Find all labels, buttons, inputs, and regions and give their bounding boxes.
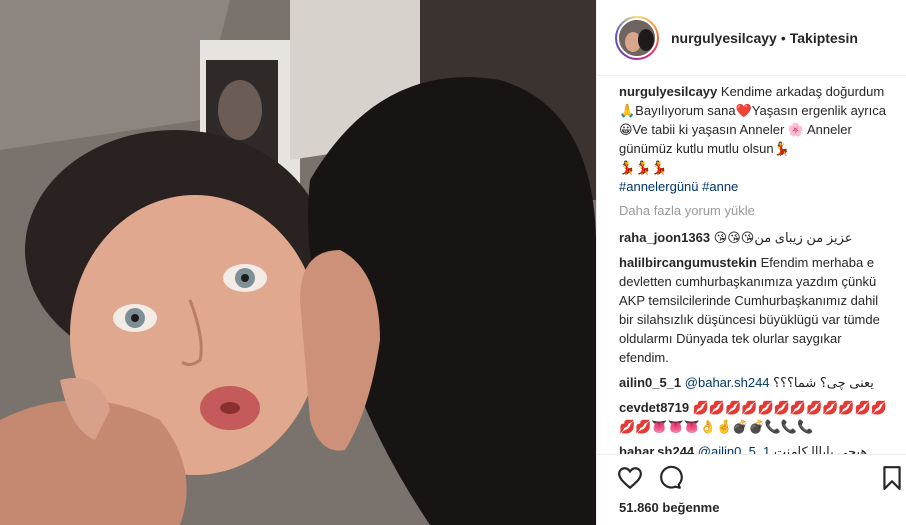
load-more-comments[interactable]: Daha fazla yorum yükle [619,202,891,220]
comment-text: هیچی بابااا کامنت [773,444,868,454]
caption-text-continued: 💃💃💃 [619,160,668,175]
post-side-panel: nurgulyesilcayy • Takiptesin nurgulyesil… [596,0,906,525]
avatar-image [617,17,657,58]
comment-username[interactable]: cevdet8719 [619,400,689,415]
comment-mention[interactable]: @ailin0_5_1 [698,444,770,454]
comments-list: nurgulyesilcayy Kendime arkadaş doğurdum… [597,82,906,454]
comment-text: Efendim merhaba e devletten cumhurbaşkan… [619,255,880,365]
comment-icon[interactable] [657,465,683,491]
caption-username[interactable]: nurgulyesilcayy [619,84,717,99]
caption: nurgulyesilcayy Kendime arkadaş doğurdum… [619,82,891,196]
post-photo[interactable] [0,0,596,525]
header-username[interactable]: nurgulyesilcayy [671,30,777,46]
caption-hashtags[interactable]: #annelergünü #anne [619,177,891,196]
comment-item: raha_joon1363 عزیز من زیبای من😘😘😘 [619,228,891,247]
comment-username[interactable]: bahar.sh244 [619,444,694,454]
comment-item: bahar.sh244 @ailin0_5_1 هیچی بابااا کامن… [619,442,891,454]
bookmark-icon[interactable] [879,465,905,491]
post-image [0,0,596,525]
comment-text: عزیز من زیبای من😘😘😘 [713,230,853,245]
heart-icon[interactable] [617,465,643,491]
action-bar [597,454,906,496]
likes-count[interactable]: 51.860 beğenme [619,500,719,515]
avatar[interactable] [615,15,659,60]
comment-username[interactable]: raha_joon1363 [619,230,710,245]
comment-item: cevdet8719 💋💋💋💋💋💋💋💋💋💋💋💋💋💋👅👅👅👌🤞💣💣📞📞📞 [619,398,891,436]
comment-username[interactable]: ailin0_5_1 [619,375,681,390]
post-header: nurgulyesilcayy • Takiptesin [597,0,906,76]
comment-item: ailin0_5_1 @bahar.sh244 یعنی چی؟ شما؟؟؟ [619,373,891,392]
comment-mention[interactable]: @bahar.sh244 [685,375,770,390]
follow-button[interactable]: Takiptesin [790,30,858,46]
comment-username[interactable]: halilbircangumustekin [619,255,757,270]
comment-item: halilbircangumustekin Efendim merhaba e … [619,253,891,367]
header-separator: • [780,29,786,46]
comment-text: یعنی چی؟ شما؟؟؟ [773,375,874,390]
